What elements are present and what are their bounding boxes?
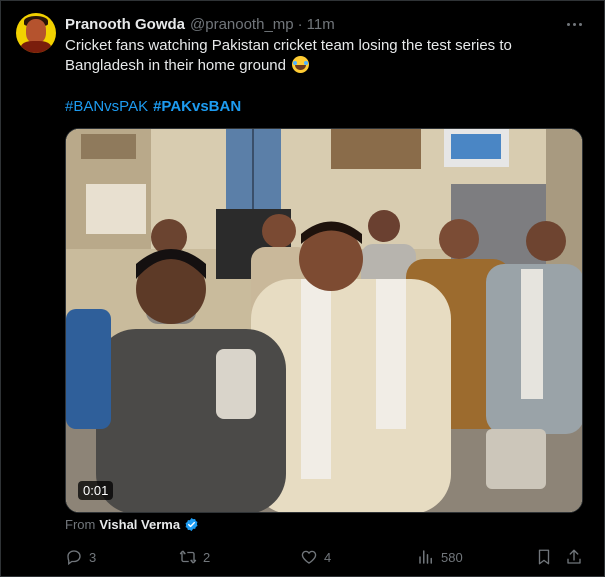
verified-badge-icon — [185, 517, 198, 532]
attribution: From Vishal Verma — [65, 517, 199, 532]
reply-button[interactable]: 3 — [65, 547, 96, 567]
author-avatar[interactable] — [16, 13, 56, 53]
video-player[interactable]: 0:01 — [65, 128, 583, 513]
repost-count: 2 — [203, 549, 211, 565]
laughing-tears-emoji-icon — [292, 56, 310, 73]
bookmark-button[interactable] — [535, 547, 553, 567]
attribution-name[interactable]: Vishal Verma — [99, 517, 180, 532]
hashtag-link[interactable]: #PAKvsBAN — [153, 97, 241, 117]
analytics-icon — [419, 550, 432, 564]
header-separator: · — [297, 15, 303, 33]
more-dot — [566, 22, 570, 26]
share-button[interactable] — [565, 547, 583, 567]
like-count: 4 — [324, 549, 332, 565]
heart-icon — [301, 550, 317, 564]
avatar-body — [21, 41, 51, 53]
reply-count: 3 — [89, 549, 97, 565]
more-dot — [578, 22, 582, 26]
reply-icon — [67, 550, 81, 566]
tweet-body: Cricket fans watching Pakistan cricket t… — [65, 37, 512, 74]
action-bar: 3 2 4 580 — [65, 547, 585, 567]
tweet-text: Cricket fans watching Pakistan cricket t… — [65, 36, 585, 76]
repost-icon — [179, 550, 197, 564]
hashtag-row: #BANvsPAK #PAKvsBAN — [65, 97, 241, 117]
more-options-icon[interactable] — [563, 13, 585, 35]
repost-button[interactable]: 2 — [179, 547, 210, 567]
author-handle[interactable]: @pranooth_mp — [190, 16, 294, 33]
views-button[interactable]: 580 — [417, 547, 463, 567]
attribution-prefix: From — [65, 517, 96, 532]
hashtag-link[interactable]: #BANvsPAK — [65, 97, 148, 117]
video-thumbnail — [66, 129, 582, 512]
avatar-face — [26, 19, 46, 43]
view-count: 580 — [441, 549, 463, 565]
author-display-name[interactable]: Pranooth Gowda — [65, 16, 185, 33]
tweet-card[interactable]: Pranooth Gowda @pranooth_mp · 11m Cricke… — [0, 0, 605, 577]
tweet-header: Pranooth Gowda @pranooth_mp · 11m — [65, 14, 335, 34]
like-button[interactable]: 4 — [300, 547, 331, 567]
more-dot — [572, 22, 576, 26]
share-icon — [567, 549, 581, 564]
bookmark-icon — [538, 549, 550, 565]
video-duration: 0:01 — [78, 481, 114, 500]
tweet-timestamp[interactable]: 11m — [307, 16, 335, 33]
